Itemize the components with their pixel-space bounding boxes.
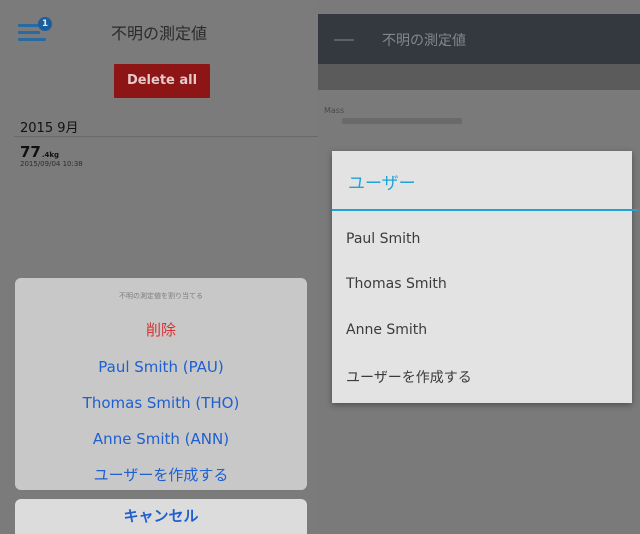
- delete-all-button[interactable]: Delete all: [114, 64, 210, 98]
- dialog-title-divider: [332, 209, 638, 211]
- user-dialog: ユーザー Paul Smith Thomas Smith Anne Smith …: [332, 151, 638, 403]
- dialog-item-anne-smith[interactable]: Anne Smith: [346, 322, 427, 338]
- option-create-user[interactable]: ユーザーを作成する: [15, 464, 307, 485]
- divider: [14, 136, 318, 137]
- measurement-weight[interactable]: 77.4kg: [20, 142, 59, 161]
- android-screen: 不明の測定値 Mass ユーザー Paul Smith Thomas Smith…: [318, 0, 640, 534]
- dialog-item-create-user[interactable]: ユーザーを作成する: [346, 367, 472, 387]
- weight-value: 77: [20, 143, 41, 161]
- dialog-item-paul-smith[interactable]: Paul Smith: [346, 231, 420, 247]
- weight-unit: .4kg: [41, 151, 60, 159]
- action-sheet-header: 不明の測定値を割り当てる: [119, 292, 203, 300]
- app-bar: 不明の測定値: [318, 14, 640, 64]
- measurement-datetime: 2015/09/04 10:38: [20, 160, 83, 168]
- ios-screen: 1 不明の測定値 Delete all 2015 9月 77.4kg 2015/…: [0, 0, 318, 534]
- delete-option[interactable]: 削除: [15, 319, 307, 340]
- dialog-title: ユーザー: [348, 174, 416, 194]
- option-anne-smith[interactable]: Anne Smith (ANN): [15, 430, 307, 448]
- back-arrow-icon[interactable]: [332, 36, 356, 44]
- month-header: 2015 9月: [20, 121, 79, 136]
- nav-bar: 1 不明の測定値: [0, 0, 318, 60]
- section-band: [318, 64, 640, 90]
- row-subtext: [342, 118, 462, 124]
- action-sheet: 不明の測定値を割り当てる 削除 Paul Smith (PAU) Thomas …: [15, 278, 307, 490]
- page-title: 不明の測定値: [110, 24, 207, 43]
- app-bar-title: 不明の測定値: [382, 33, 466, 49]
- option-thomas-smith[interactable]: Thomas Smith (THO): [15, 394, 307, 412]
- cancel-button[interactable]: キャンセル: [15, 499, 307, 534]
- row-label: Mass: [324, 106, 345, 115]
- dialog-item-thomas-smith[interactable]: Thomas Smith: [346, 276, 447, 292]
- option-paul-smith[interactable]: Paul Smith (PAU): [15, 358, 307, 376]
